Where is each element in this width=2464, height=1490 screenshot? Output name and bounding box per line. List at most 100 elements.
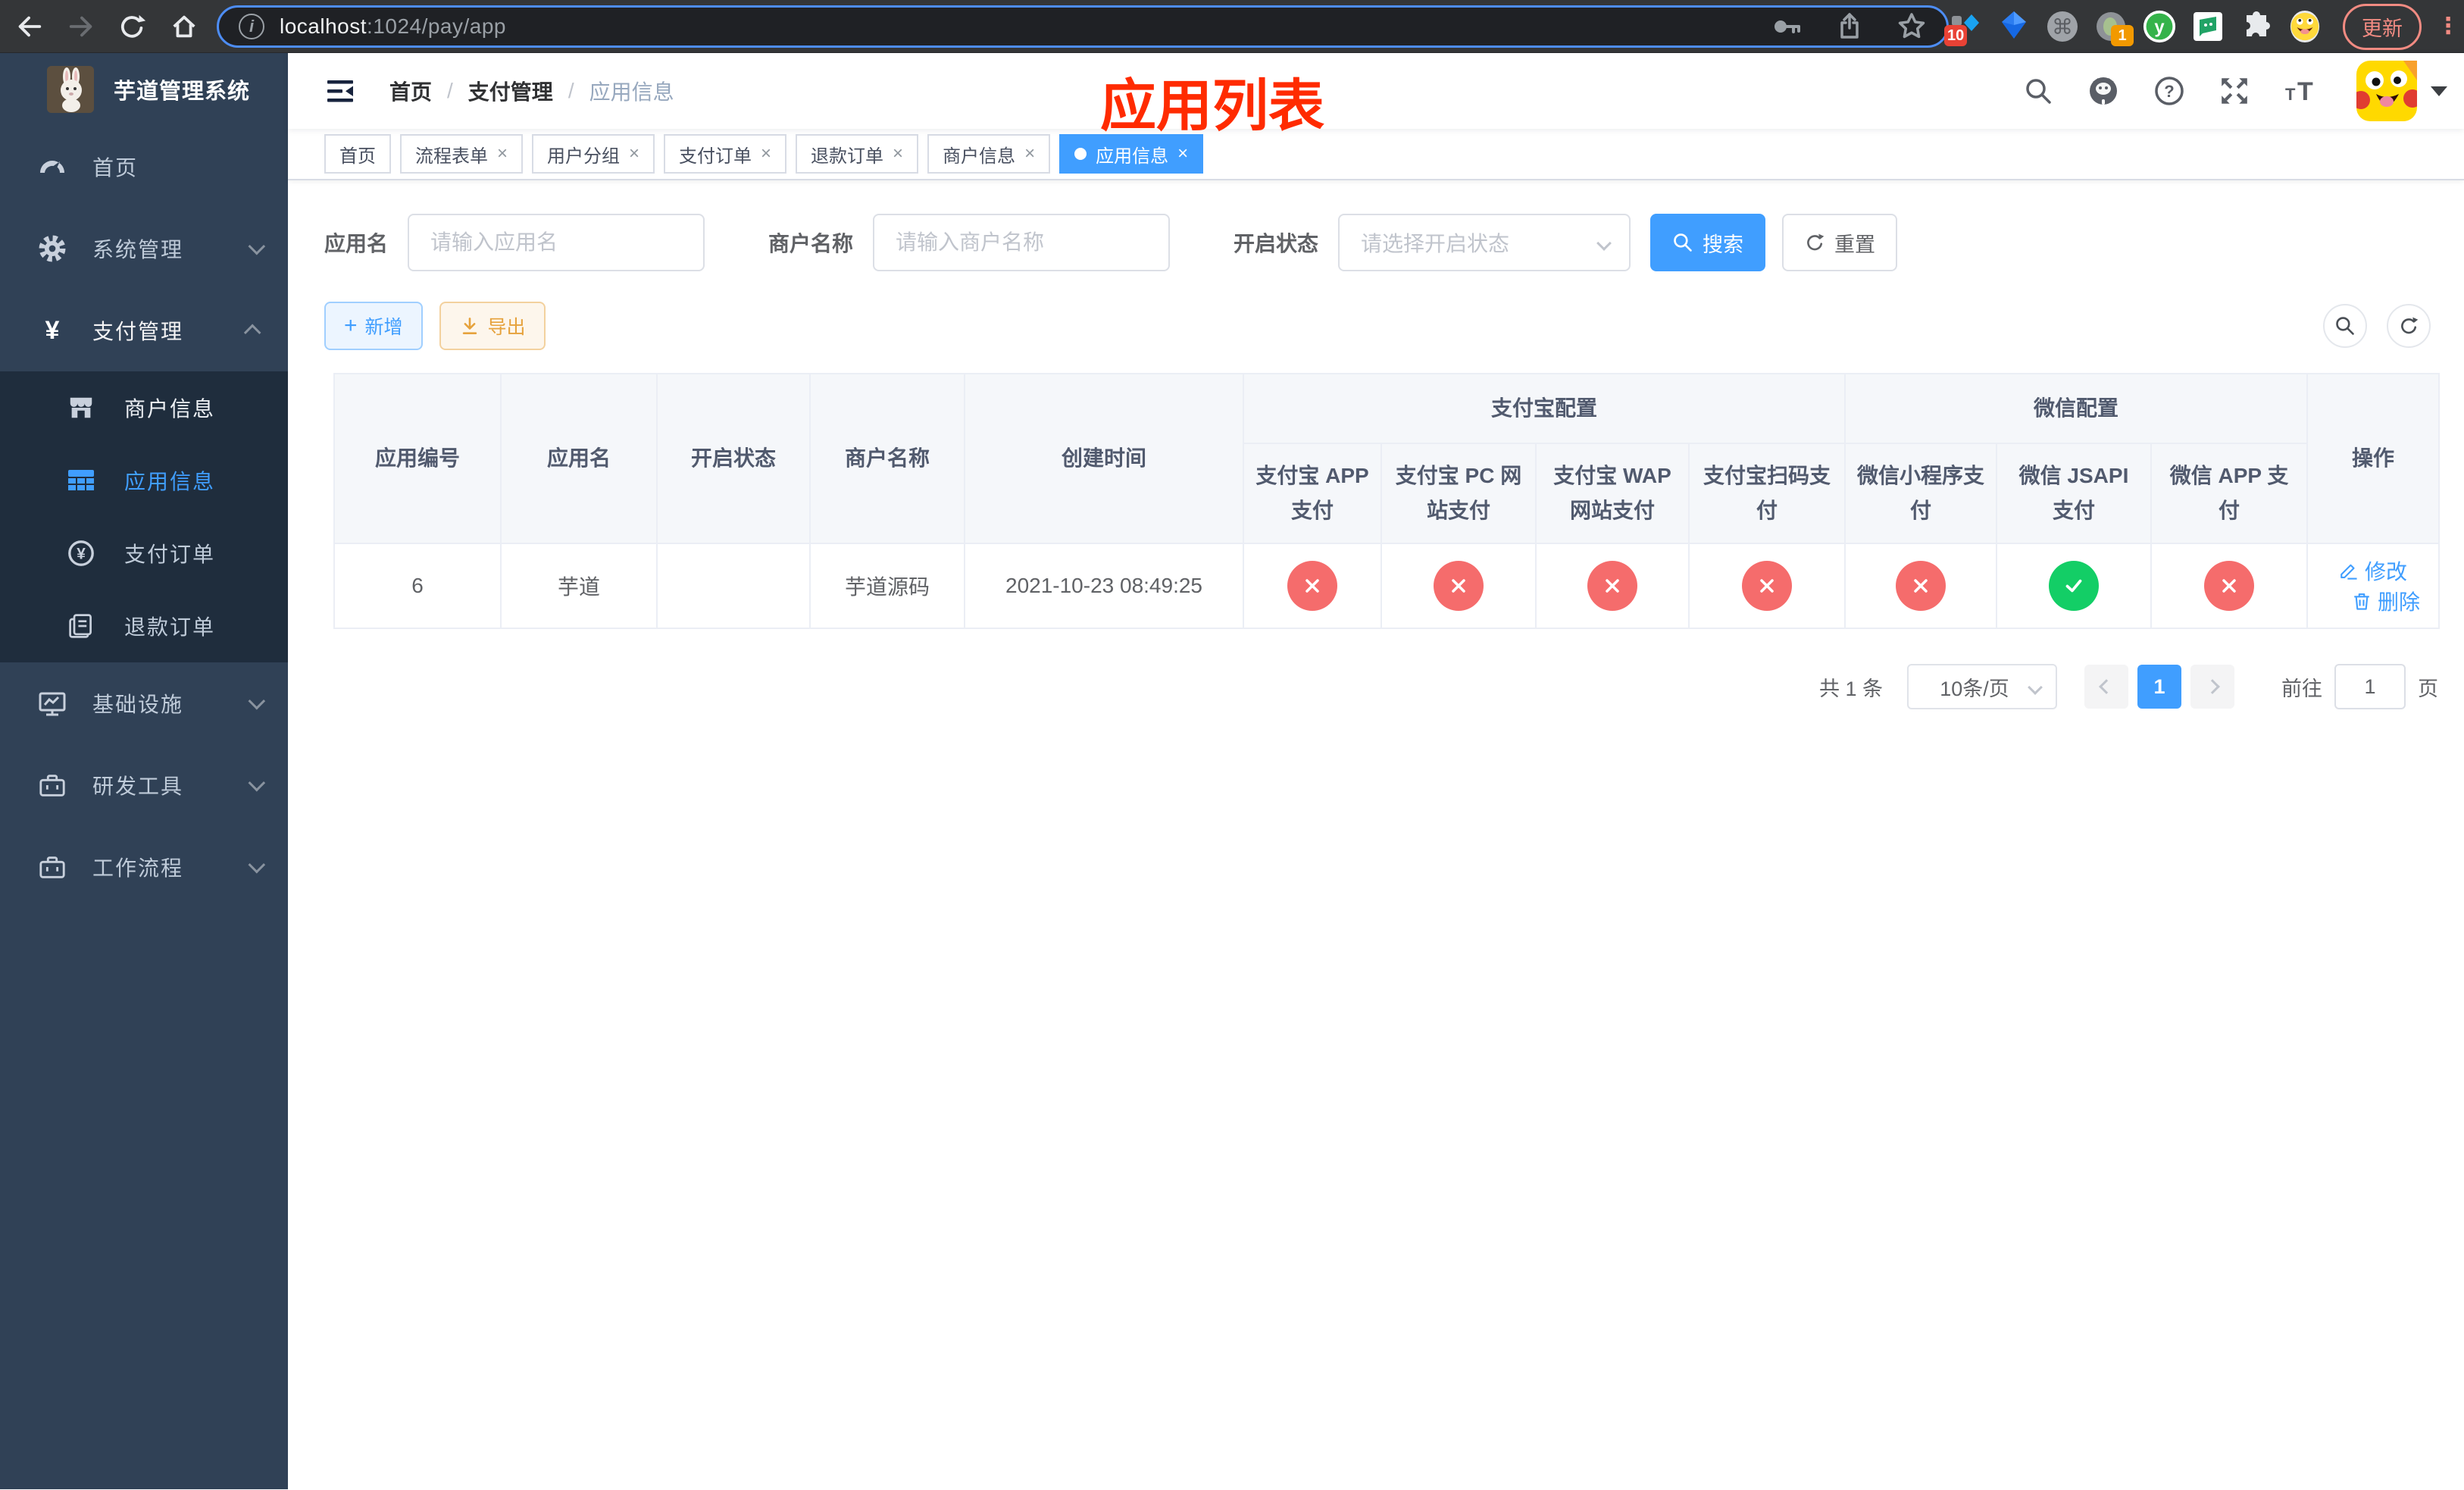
- app-logo[interactable]: 芋道管理系统: [0, 53, 288, 126]
- monitor-icon: [35, 688, 70, 718]
- download-icon: [462, 318, 477, 334]
- avatar-caret-icon[interactable]: [2431, 86, 2447, 96]
- tag-merchant-info[interactable]: 商户信息 ×: [927, 134, 1051, 174]
- tag-pay-orders[interactable]: 支付订单 ×: [664, 134, 787, 174]
- help-icon[interactable]: ?: [2153, 75, 2185, 107]
- next-page-button[interactable]: [2190, 665, 2234, 709]
- edit-button[interactable]: 修改: [2339, 556, 2407, 586]
- extension-avatar-icon[interactable]: 1: [2094, 8, 2134, 46]
- col-wechat-app: 微信 APP 支付: [2150, 443, 2309, 544]
- close-icon[interactable]: ×: [893, 145, 903, 163]
- breadcrumb-home[interactable]: 首页: [389, 76, 432, 106]
- sidebar-item-infrastructure[interactable]: 基础设施: [0, 662, 288, 744]
- merchant-name-input[interactable]: [873, 214, 1171, 271]
- cell-wechat-app: [2150, 543, 2309, 629]
- sidebar-item-workflow[interactable]: 工作流程: [0, 826, 288, 908]
- table-row: 6 芋道 芋道源码 2021-10-23 08:49:25 修改 删除: [333, 543, 2441, 629]
- tag-user-group[interactable]: 用户分组 ×: [532, 134, 655, 174]
- user-avatar[interactable]: [2356, 61, 2417, 121]
- status-select[interactable]: 请选择开启状态: [1338, 214, 1631, 271]
- trash-icon: [2354, 593, 2369, 610]
- fail-status-icon: [1587, 561, 1637, 611]
- font-size-icon[interactable]: TT: [2284, 75, 2319, 107]
- chevron-down-icon: [1596, 236, 1612, 251]
- add-button[interactable]: + 新增: [324, 302, 423, 350]
- share-icon[interactable]: [1834, 11, 1865, 42]
- documents-icon: [64, 612, 98, 640]
- fullscreen-icon[interactable]: [2219, 75, 2250, 107]
- sidebar-item-merchant-info[interactable]: 商户信息: [0, 371, 288, 444]
- yen-circle-icon: ¥: [64, 539, 98, 568]
- logo-rabbit-image: [47, 66, 94, 113]
- col-app-name: 应用名: [500, 373, 658, 544]
- tag-process-form[interactable]: 流程表单 ×: [400, 134, 524, 174]
- app-name-label: 应用名: [324, 232, 389, 255]
- app-name-input[interactable]: [408, 214, 705, 271]
- browser-menu-icon[interactable]: ⋮: [2437, 15, 2459, 37]
- cell-app-name: 芋道: [500, 543, 658, 629]
- extension-kite-icon[interactable]: [1997, 8, 2031, 45]
- delete-button[interactable]: 删除: [2352, 586, 2420, 616]
- payment-submenu: 商户信息 应用信息 ¥ 支付订单 退款订单: [0, 371, 288, 662]
- svg-text:T: T: [2297, 77, 2313, 106]
- close-icon[interactable]: ×: [629, 145, 639, 163]
- close-icon[interactable]: ×: [1024, 145, 1035, 163]
- tag-refund-orders[interactable]: 退款订单 ×: [796, 134, 919, 174]
- chrome-update-button[interactable]: 更新: [2343, 3, 2422, 50]
- plus-icon: +: [344, 313, 358, 338]
- refresh-button[interactable]: [2387, 304, 2431, 348]
- address-bar[interactable]: i localhost:1024/pay/app: [217, 5, 1949, 48]
- col-group-wechat: 微信配置: [1844, 373, 2309, 444]
- refresh-icon: [2401, 317, 2419, 334]
- pagination: 共 1 条 10条/页 1 前往 页: [324, 664, 2438, 709]
- extension-modheader-icon[interactable]: 10: [1944, 8, 1982, 46]
- sidebar-item-home[interactable]: 首页: [0, 126, 288, 208]
- sidebar-item-system[interactable]: 系统管理: [0, 208, 288, 290]
- close-icon[interactable]: ×: [1177, 145, 1188, 163]
- yen-icon: ¥: [45, 315, 60, 345]
- storefront-icon: [64, 393, 98, 422]
- col-app-id: 应用编号: [333, 373, 502, 544]
- col-merchant: 商户名称: [809, 373, 965, 544]
- extensions-puzzle-icon[interactable]: [2240, 8, 2273, 45]
- breadcrumb-payment[interactable]: 支付管理: [468, 76, 553, 106]
- total-count: 共 1 条: [1818, 677, 1883, 700]
- search-icon[interactable]: [2023, 76, 2053, 106]
- bookmark-star-icon[interactable]: [1896, 11, 1927, 42]
- fail-status-icon: [2204, 561, 2255, 611]
- sidebar-collapse-icon[interactable]: [324, 75, 356, 107]
- current-page[interactable]: 1: [2137, 665, 2181, 709]
- sidebar-item-dev-tools[interactable]: 研发工具: [0, 744, 288, 826]
- close-icon[interactable]: ×: [761, 145, 771, 163]
- extension-y-icon[interactable]: y: [2143, 8, 2176, 45]
- browser-home-icon[interactable]: [170, 12, 199, 41]
- page-size-select[interactable]: 10条/页: [1907, 664, 2057, 709]
- svg-text:¥: ¥: [77, 546, 86, 563]
- sidebar: 芋道管理系统 首页 系统管理 ¥ 支付管理 商户信息 应用信息 ¥ 支付订单 退…: [0, 53, 288, 1489]
- reset-button[interactable]: 重置: [1782, 214, 1898, 271]
- tag-home[interactable]: 首页: [324, 134, 391, 174]
- github-icon[interactable]: [2087, 74, 2120, 108]
- fail-status-icon: [1434, 561, 1484, 611]
- sidebar-item-payment[interactable]: ¥ 支付管理: [0, 290, 288, 371]
- close-icon[interactable]: ×: [497, 145, 508, 163]
- profile-emoji-icon[interactable]: [2288, 8, 2322, 45]
- sidebar-item-pay-orders[interactable]: ¥ 支付订单: [0, 517, 288, 590]
- cell-alipay-wap: [1535, 543, 1690, 629]
- prev-page-button[interactable]: [2084, 665, 2128, 709]
- extension-command-icon[interactable]: ⌘: [2046, 8, 2079, 45]
- browser-forward-icon[interactable]: [67, 12, 95, 41]
- export-button[interactable]: 导出: [439, 302, 546, 350]
- app-title: 芋道管理系统: [114, 80, 251, 104]
- toggle-search-button[interactable]: [2323, 304, 2367, 348]
- password-key-icon[interactable]: [1772, 11, 1803, 42]
- goto-page-input[interactable]: [2334, 664, 2406, 709]
- browser-back-icon[interactable]: [15, 12, 44, 41]
- sidebar-item-app-info[interactable]: 应用信息: [0, 444, 288, 517]
- browser-reload-icon[interactable]: [118, 12, 147, 41]
- extension-chat-icon[interactable]: [2191, 8, 2225, 45]
- search-button[interactable]: 搜索: [1650, 214, 1766, 271]
- svg-text:?: ?: [2164, 82, 2174, 101]
- sidebar-item-refund-orders[interactable]: 退款订单: [0, 590, 288, 662]
- site-info-icon[interactable]: i: [239, 14, 264, 39]
